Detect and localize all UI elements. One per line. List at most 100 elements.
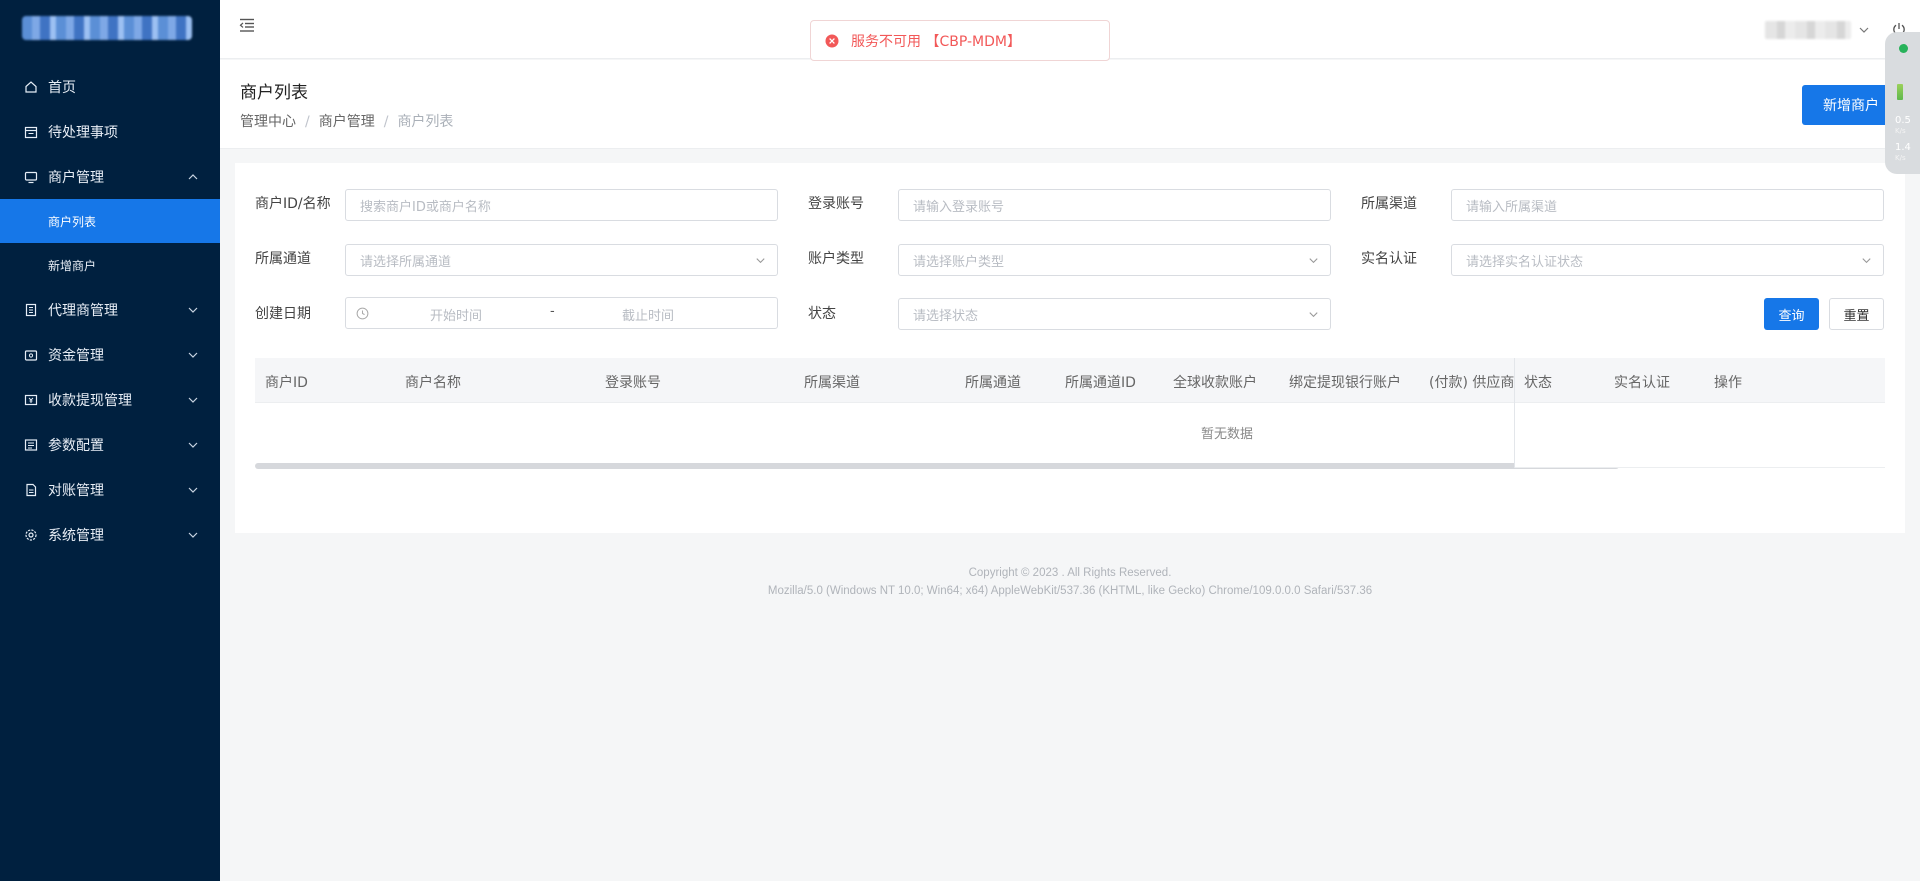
footer: Copyright © 2023 . All Rights Reserved. … — [220, 564, 1920, 600]
upload-speed: 1.4 — [1895, 142, 1911, 153]
status-select[interactable]: 请选择状态 — [898, 298, 1331, 330]
sidebar-subitem-merchant-list[interactable]: 商户列表 — [0, 199, 220, 243]
end-date-input[interactable]: 截止时间 — [622, 305, 674, 324]
sidebar-item-collection[interactable]: 收款提现管理 — [0, 377, 220, 422]
network-speed-widget[interactable]: 0.5 K/s 1.4 K/s — [1885, 32, 1920, 174]
column-header: 状态 — [1524, 375, 1552, 391]
account-type-select[interactable]: 请选择账户类型 — [898, 244, 1331, 276]
fixed-table-header: 状态 实名认证 操作 — [1515, 358, 1885, 403]
breadcrumb-item[interactable]: 管理中心 — [240, 114, 296, 130]
building-icon — [24, 303, 38, 317]
status-placeholder: 请选择状态 — [913, 308, 979, 324]
page-title: 商户列表 — [240, 83, 308, 103]
sidebar-item-label: 代理商管理 — [48, 302, 118, 319]
sidebar-subitem-add-merchant[interactable]: 新增商户 — [0, 243, 220, 287]
money-icon — [24, 393, 38, 407]
chevron-down-icon[interactable] — [1857, 23, 1871, 37]
chevron-down-icon — [1309, 312, 1318, 318]
merchant-search-input[interactable]: 搜索商户ID或商户名称 — [345, 189, 778, 221]
sidebar-item-reconcile[interactable]: 对账管理 — [0, 467, 220, 512]
sidebar-item-label: 系统管理 — [48, 527, 104, 544]
column-header: 全球收款账户 — [1173, 375, 1257, 391]
start-date-input[interactable]: 开始时间 — [430, 305, 482, 324]
chevron-down-icon — [1309, 258, 1318, 264]
chevron-down-icon — [188, 397, 198, 403]
query-button[interactable]: 查询 — [1764, 298, 1819, 330]
breadcrumb: 管理中心 / 商户管理 / 商户列表 — [240, 114, 454, 130]
chevron-down-icon — [188, 352, 198, 358]
sidebar-item-label: 对账管理 — [48, 482, 104, 499]
wallet-icon — [24, 348, 38, 362]
column-header: 所属渠道 — [804, 375, 860, 391]
sidebar-item-funds[interactable]: 资金管理 — [0, 332, 220, 377]
sidebar-item-system[interactable]: 系统管理 — [0, 512, 220, 557]
column-header: (付款) 供应商 — [1429, 375, 1515, 391]
copyright-text: Copyright © 2023 . All Rights Reserved. — [968, 567, 1172, 579]
download-speed: 0.5 — [1895, 115, 1911, 126]
horizontal-scrollbar[interactable] — [255, 463, 1619, 469]
clock-icon — [356, 307, 369, 320]
column-header: 所属通道 — [965, 375, 1021, 391]
download-unit: K/s — [1895, 127, 1906, 135]
breadcrumb-current: 商户列表 — [397, 114, 454, 130]
chevron-down-icon — [188, 307, 198, 313]
sidebar-item-params[interactable]: 参数配置 — [0, 422, 220, 467]
page-header: 商户列表 管理中心 / 商户管理 / 商户列表 新增商户 — [220, 60, 1920, 149]
sidebar-item-label: 首页 — [48, 79, 76, 96]
channel-input[interactable]: 请输入所属渠道 — [1451, 189, 1884, 221]
login-label: 登录账号 — [808, 196, 864, 212]
sidebar-item-agent[interactable]: 代理商管理 — [0, 287, 220, 332]
close-circle-icon — [825, 34, 839, 47]
realname-select[interactable]: 请选择实名认证状态 — [1451, 244, 1884, 276]
date-label: 创建日期 — [255, 306, 311, 322]
column-header: 商户ID — [265, 375, 308, 391]
column-header: 绑定提现银行账户 — [1289, 375, 1401, 391]
status-dot — [1899, 44, 1908, 53]
status-label: 状态 — [808, 306, 836, 322]
chevron-down-icon — [756, 258, 765, 264]
toast-message: 服务不可用 【CBP-MDM】 — [851, 33, 1021, 50]
sidebar-menu: 首页 待处理事项 商户管理 商户列表 新增商户 代理商管理 资金管理 收款提现管… — [0, 64, 220, 557]
date-range-picker[interactable]: 开始时间 - 截止时间 — [345, 297, 778, 329]
user-name[interactable] — [1765, 21, 1851, 39]
sidebar-item-home[interactable]: 首页 — [0, 64, 220, 109]
sidebar-item-label: 收款提现管理 — [48, 392, 132, 409]
fixed-column-divider — [1514, 358, 1515, 468]
pass-select-placeholder: 请选择所属通道 — [360, 254, 452, 270]
column-header: 操作 — [1714, 375, 1742, 391]
column-header: 实名认证 — [1614, 375, 1670, 391]
sidebar-item-label: 待处理事项 — [48, 124, 118, 141]
sidebar-item-label: 参数配置 — [48, 437, 104, 454]
chevron-up-icon — [188, 173, 198, 179]
merchant-table: 商户ID 商户名称 登录账号 所属渠道 所属通道 所属通道ID 全球收款账户 绑… — [255, 358, 1885, 469]
channel-label: 所属渠道 — [1361, 196, 1417, 212]
monitor-icon — [24, 170, 38, 184]
gear-icon — [24, 528, 38, 542]
error-toast: 服务不可用 【CBP-MDM】 — [810, 20, 1110, 61]
fixed-right-columns: 状态 实名认证 操作 — [1515, 358, 1885, 468]
home-icon — [24, 80, 38, 94]
column-header: 商户名称 — [405, 375, 461, 391]
pass-label: 所属通道 — [255, 251, 311, 267]
chevron-down-icon — [188, 487, 198, 493]
pass-select[interactable]: 请选择所属通道 — [345, 244, 778, 276]
realname-placeholder: 请选择实名认证状态 — [1466, 254, 1584, 270]
account-type-label: 账户类型 — [808, 251, 864, 267]
reset-button[interactable]: 重置 — [1829, 298, 1884, 330]
sidebar-item-pending[interactable]: 待处理事项 — [0, 109, 220, 154]
sidebar-item-merchant[interactable]: 商户管理 — [0, 154, 220, 199]
login-account-input[interactable]: 请输入登录账号 — [898, 189, 1331, 221]
user-agent-text: Mozilla/5.0 (Windows NT 10.0; Win64; x64… — [767, 585, 1373, 597]
empty-state: 暂无数据 — [1201, 427, 1254, 442]
row-divider — [1515, 467, 1885, 468]
collapse-menu-icon[interactable] — [238, 16, 256, 34]
search-card: 商户ID/名称 搜索商户ID或商户名称 登录账号 请输入登录账号 所属渠道 请输… — [235, 163, 1905, 533]
column-header: 所属通道ID — [1065, 375, 1136, 391]
realname-label: 实名认证 — [1361, 251, 1417, 267]
calendar-icon — [24, 125, 38, 139]
logo — [0, 0, 220, 56]
breadcrumb-item[interactable]: 商户管理 — [319, 114, 375, 130]
merchant-label: 商户ID/名称 — [255, 196, 331, 212]
sliders-icon — [24, 438, 38, 452]
account-type-placeholder: 请选择账户类型 — [913, 254, 1005, 270]
